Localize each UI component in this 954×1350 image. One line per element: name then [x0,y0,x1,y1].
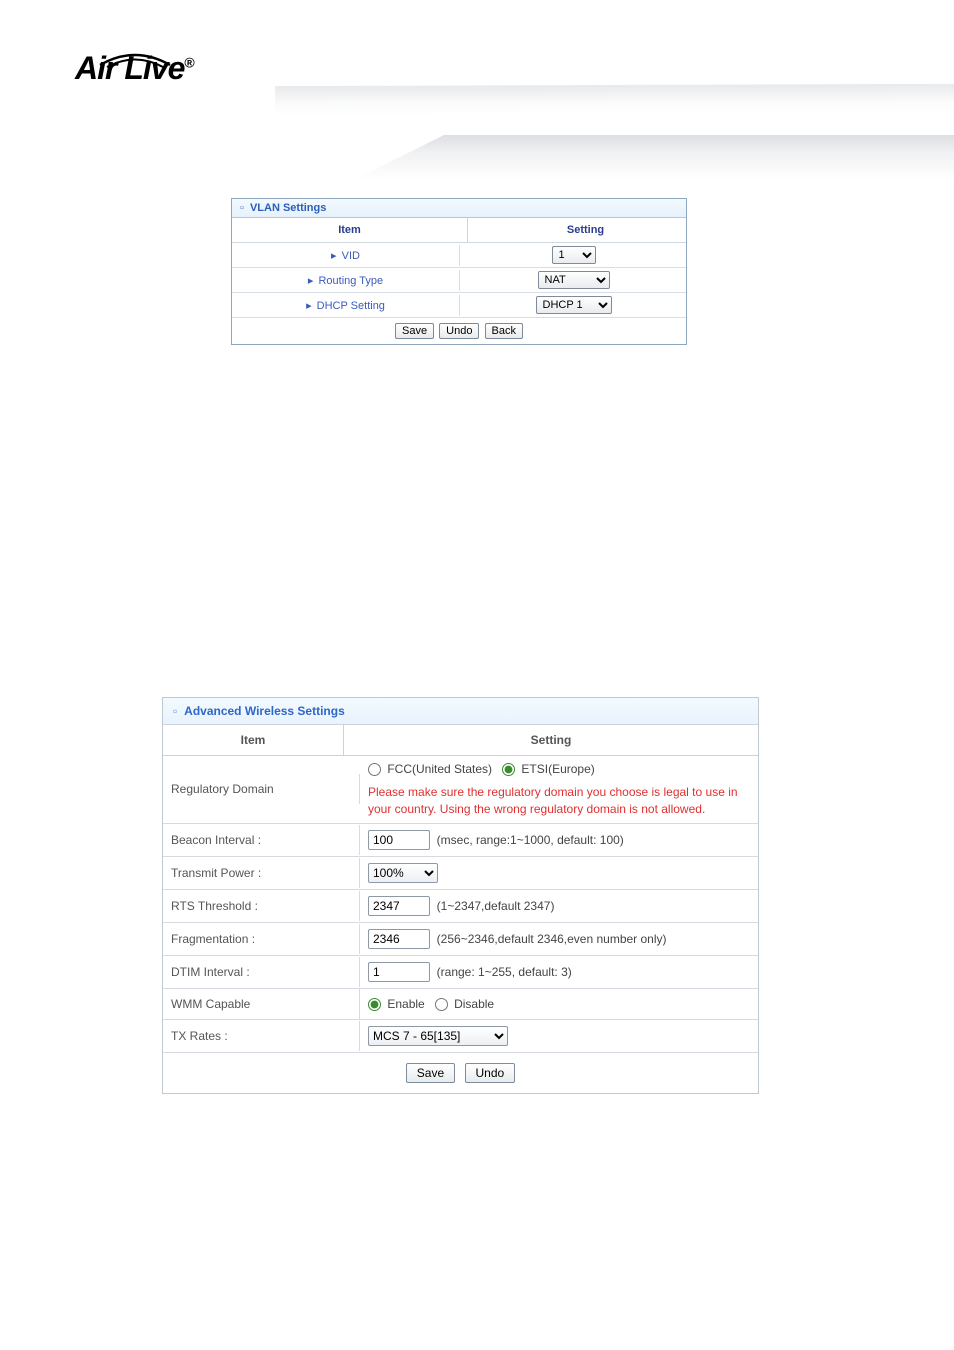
adv-row-regulatory-domain: Regulatory Domain FCC(United States) ETS… [163,756,758,824]
adv-row-transmit-power: Transmit Power : 100% [163,857,758,890]
brand-reg: ® [184,54,193,70]
reg-domain-etsi-radio[interactable] [502,763,515,776]
dtim-hint: (range: 1~255, default: 3) [437,965,572,979]
vlan-save-button[interactable]: Save [395,323,434,339]
brand-name: Air Live [75,50,184,86]
txpower-select[interactable]: 100% [368,863,438,883]
vlan-row-routing: ▸ Routing Type NAT [232,268,686,293]
frag-hint: (256~2346,default 2346,even number only) [437,932,667,946]
vlan-row-vid: ▸ VID 1 [232,243,686,268]
reg-domain-warning: Please make sure the regulatory domain y… [368,784,750,816]
header-band-icon [275,84,954,116]
adv-row-beacon-interval: Beacon Interval : (msec, range:1~1000, d… [163,824,758,857]
adv-header-item: Item [163,725,344,755]
header-swoosh-icon [354,135,954,180]
adv-row-dtim-interval: DTIM Interval : (range: 1~255, default: … [163,956,758,989]
vlan-routing-label: ▸ Routing Type [232,270,460,291]
adv-undo-button[interactable]: Undo [465,1063,516,1083]
reg-domain-fcc-radio[interactable] [368,763,381,776]
frag-input[interactable] [368,929,430,949]
adv-row-tx-rates: TX Rates : MCS 7 - 65[135] [163,1020,758,1053]
beacon-setting: (msec, range:1~1000, default: 100) [360,824,758,856]
dtim-input[interactable] [368,962,430,982]
bullet-icon: ▫ [240,202,244,214]
reg-domain-setting: FCC(United States) ETSI(Europe) Please m… [360,756,758,823]
adv-title-text: Advanced Wireless Settings [184,704,345,718]
reg-domain-fcc-option[interactable]: FCC(United States) [368,762,495,776]
frag-setting: (256~2346,default 2346,even number only) [360,923,758,955]
vlan-back-button[interactable]: Back [485,323,523,339]
dtim-label: DTIM Interval : [163,957,360,987]
vlan-dhcp-setting: DHCP 1 [460,293,687,317]
adv-row-rts-threshold: RTS Threshold : (1~2347,default 2347) [163,890,758,923]
rts-hint: (1~2347,default 2347) [437,899,555,913]
vlan-button-row: Save Undo Back [232,318,686,344]
advanced-wireless-panel: ▫ Advanced Wireless Settings Item Settin… [162,697,759,1094]
vlan-undo-button[interactable]: Undo [439,323,479,339]
txrates-label: TX Rates : [163,1021,360,1051]
vlan-settings-panel: ▫ VLAN Settings Item Setting ▸ VID 1 ▸ R… [231,198,687,345]
wmm-enable-option[interactable]: Enable [368,997,428,1011]
adv-panel-title: ▫ Advanced Wireless Settings [163,698,758,725]
adv-row-wmm-capable: WMM Capable Enable Disable [163,989,758,1020]
vlan-header-setting: Setting [468,218,703,242]
vlan-title-text: VLAN Settings [250,202,326,214]
adv-save-button[interactable]: Save [406,1063,455,1083]
vlan-panel-title: ▫ VLAN Settings [232,199,686,218]
frag-label: Fragmentation : [163,924,360,954]
arrow-icon: ▸ [308,275,314,287]
rts-input[interactable] [368,896,430,916]
vlan-header-item: Item [232,218,468,242]
adv-button-row: Save Undo [163,1053,758,1093]
arrow-icon: ▸ [306,300,312,312]
arrow-icon: ▸ [331,250,337,262]
vlan-vid-setting: 1 [460,243,687,267]
vlan-routing-setting: NAT [460,268,687,292]
adv-row-fragmentation: Fragmentation : (256~2346,default 2346,e… [163,923,758,956]
wmm-label: WMM Capable [163,989,360,1019]
vid-select[interactable]: 1 [552,246,596,264]
txpower-setting: 100% [360,857,758,889]
vlan-row-dhcp: ▸ DHCP Setting DHCP 1 [232,293,686,318]
dtim-setting: (range: 1~255, default: 3) [360,956,758,988]
routing-type-select[interactable]: NAT [538,271,610,289]
page-header: Air Live® [0,0,954,180]
bullet-icon: ▫ [173,704,177,718]
adv-header-row: Item Setting [163,725,758,756]
dhcp-setting-select[interactable]: DHCP 1 [536,296,612,314]
beacon-label: Beacon Interval : [163,825,360,855]
vlan-header-row: Item Setting [232,218,686,243]
txrates-setting: MCS 7 - 65[135] [360,1020,758,1052]
beacon-input[interactable] [368,830,430,850]
wmm-disable-option[interactable]: Disable [435,997,494,1011]
reg-domain-label: Regulatory Domain [163,774,360,804]
brand-logo: Air Live® [75,50,194,87]
beacon-hint: (msec, range:1~1000, default: 100) [437,833,624,847]
vlan-dhcp-label: ▸ DHCP Setting [232,295,460,316]
rts-setting: (1~2347,default 2347) [360,890,758,922]
wmm-setting: Enable Disable [360,991,758,1017]
vlan-vid-label: ▸ VID [232,245,460,266]
reg-domain-etsi-option[interactable]: ETSI(Europe) [502,762,595,776]
adv-header-setting: Setting [344,725,758,755]
wmm-disable-radio[interactable] [435,998,448,1011]
txpower-label: Transmit Power : [163,858,360,888]
wmm-enable-radio[interactable] [368,998,381,1011]
rts-label: RTS Threshold : [163,891,360,921]
txrates-select[interactable]: MCS 7 - 65[135] [368,1026,508,1046]
